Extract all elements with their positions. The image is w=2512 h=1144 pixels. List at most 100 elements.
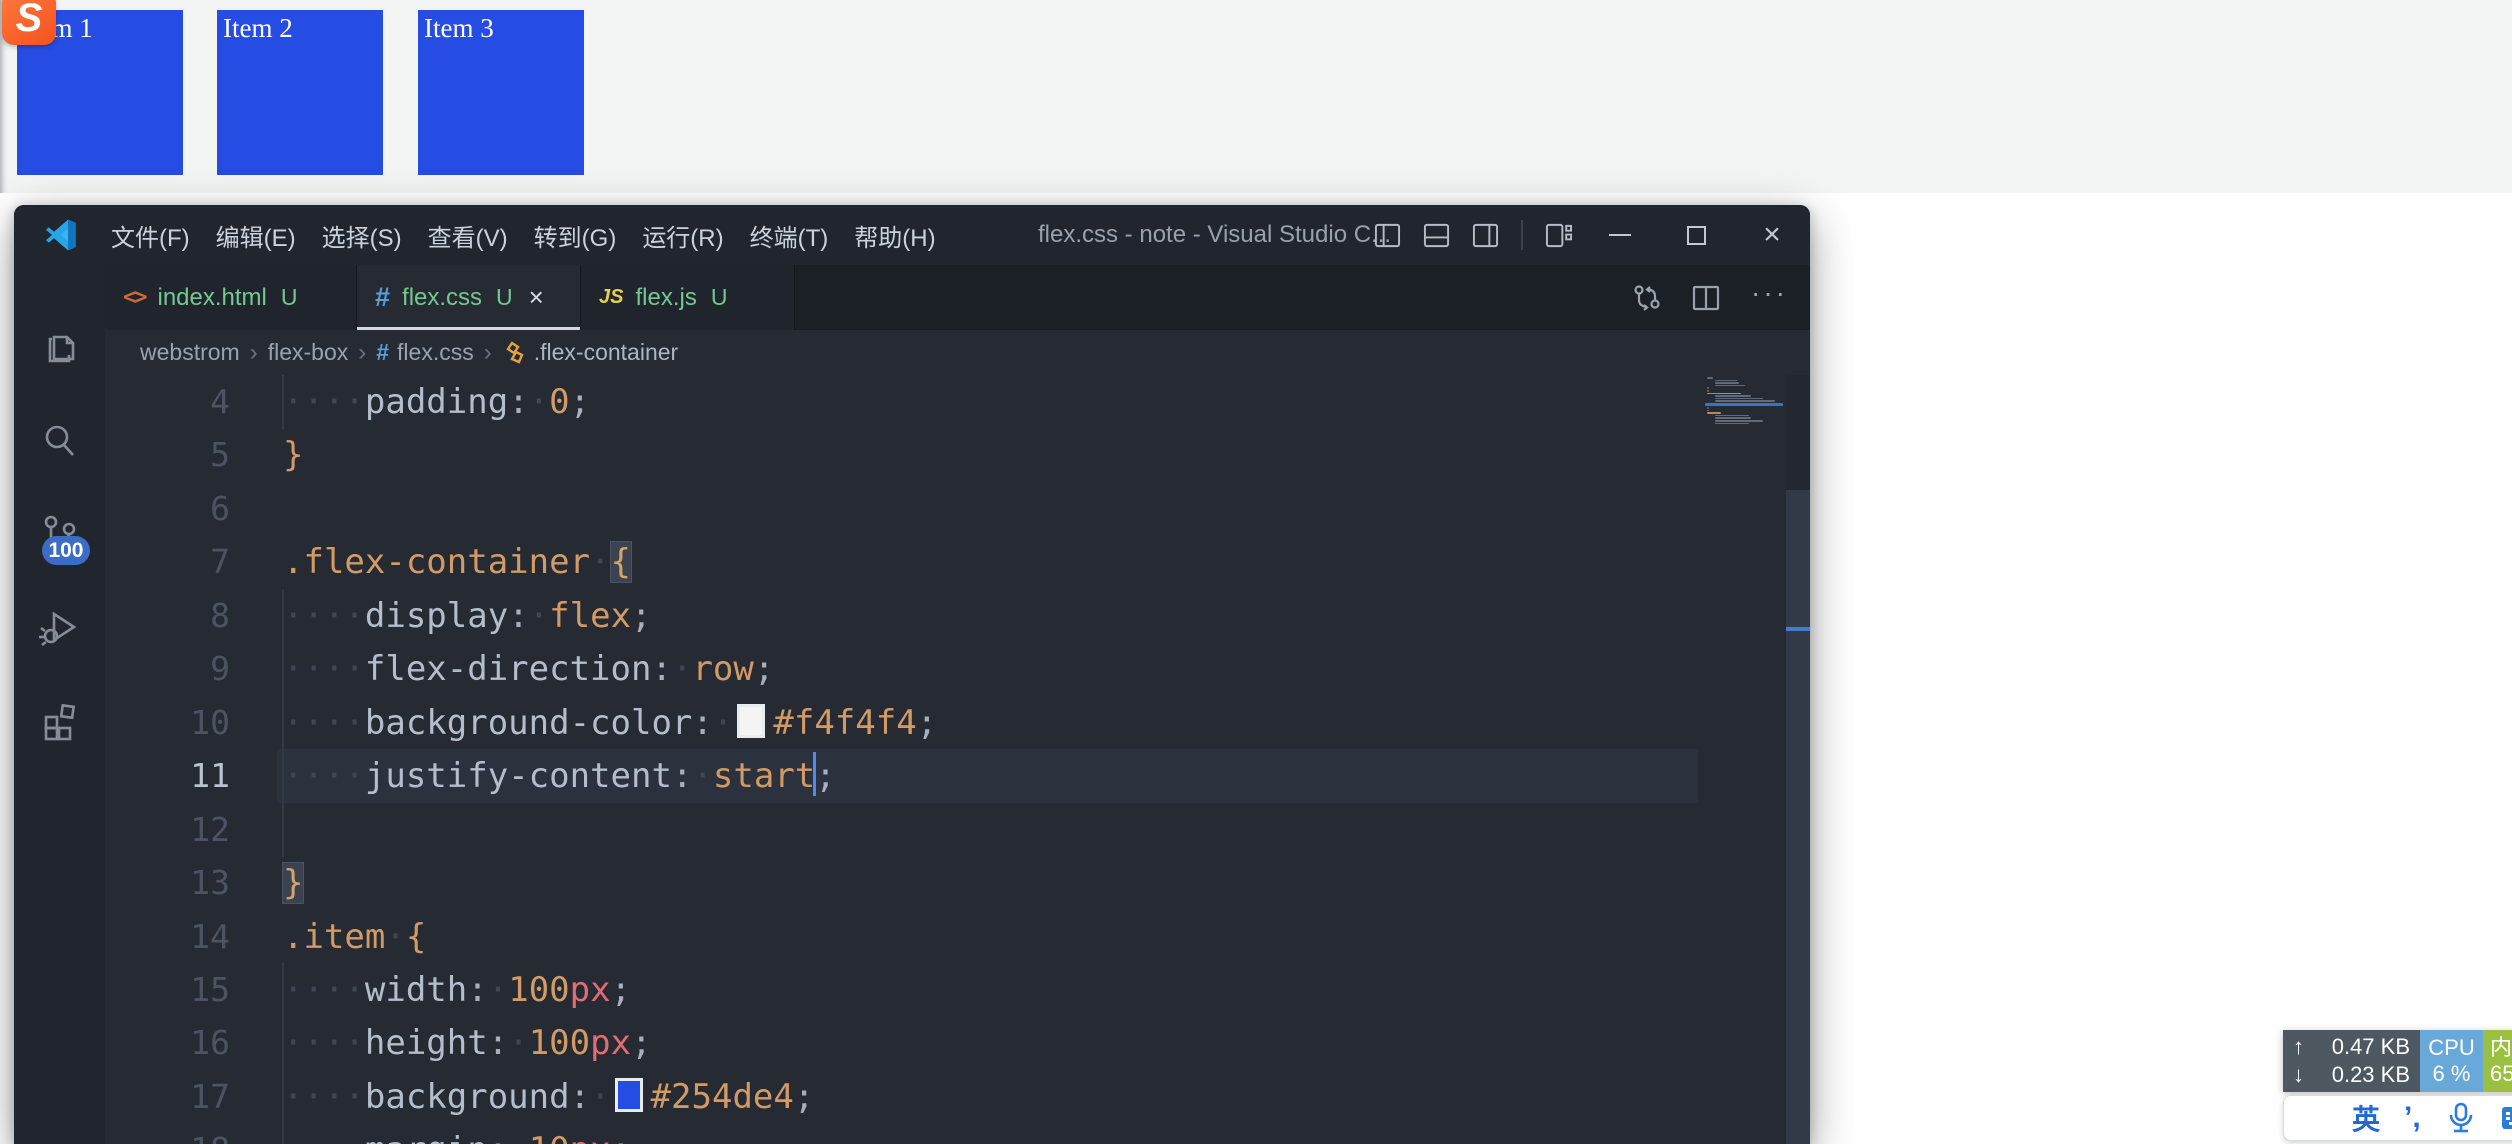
code-line-9[interactable]: 9····flex-direction:·row;	[105, 642, 1810, 696]
line-number: 17	[105, 1070, 230, 1124]
window-controls: ×	[1582, 205, 1810, 265]
line-number: 15	[105, 963, 230, 1017]
memory-panel: 内存 65 %	[2483, 1030, 2512, 1092]
tab-close-icon[interactable]: ×	[529, 282, 544, 313]
code-line-14[interactable]: 14.item·{	[105, 910, 1810, 964]
code-line-15[interactable]: 15 ····width:·100px;	[105, 963, 1810, 1017]
tab-flex.js[interactable]: JSflex.jsU	[581, 265, 795, 330]
cpu-label: CPU	[2428, 1035, 2474, 1061]
menu-item-5[interactable]: 运行(R)	[629, 218, 736, 253]
code-line-18[interactable]: 18 ····margin:·10px;	[105, 1123, 1810, 1144]
editor-actions: ···	[1631, 265, 1788, 330]
line-number: 18	[105, 1123, 230, 1144]
vscode-logo-icon	[38, 219, 84, 251]
menu-bar: 文件(F)编辑(E)选择(S)查看(V)转到(G)运行(R)终端(T)帮助(H)	[98, 205, 949, 265]
code-text: ····width:·100px;	[283, 963, 631, 1017]
code-text: .flex-container·{	[283, 535, 631, 589]
breadcrumb-item-3[interactable]: .flex-container	[534, 339, 678, 366]
breadcrumb-separator-icon: ›	[358, 339, 366, 367]
toggle-sidebar-icon[interactable]	[1374, 222, 1401, 249]
code-line-4[interactable]: 4 ····padding:·0;	[105, 375, 1810, 429]
download-arrow-icon: ↓	[2293, 1062, 2304, 1088]
js-file-icon: JS	[599, 286, 623, 309]
run-debug-icon[interactable]	[38, 606, 82, 650]
css-file-icon: #	[376, 339, 389, 366]
tab-label: index.html	[158, 284, 267, 312]
line-number: 9	[105, 642, 230, 696]
network-speed-panel: ↑0.47 KB ↓0.23 KB	[2283, 1030, 2420, 1092]
search-icon[interactable]	[38, 420, 82, 464]
code-line-7[interactable]: 7 .flex-container·{	[105, 535, 1810, 589]
color-swatch	[737, 704, 765, 738]
menu-item-4[interactable]: 转到(G)	[521, 218, 630, 253]
source-control-icon[interactable]: 100	[38, 513, 82, 557]
code-text: ····height:·100px;	[283, 1016, 652, 1070]
code-editor[interactable]: 4 ····padding:·0;5}67 .flex-container·{ 8 ··…	[105, 375, 1810, 1144]
code-line-6[interactable]: 6	[105, 482, 1810, 536]
menu-item-7[interactable]: 帮助(H)	[841, 218, 948, 253]
menu-item-3[interactable]: 查看(V)	[415, 218, 521, 253]
tab-label: flex.css	[402, 284, 482, 312]
code-line-5[interactable]: 5}	[105, 428, 1810, 482]
line-number: 10	[105, 696, 230, 750]
vscode-window: 文件(F)编辑(E)选择(S)查看(V)转到(G)运行(R)终端(T)帮助(H)…	[14, 205, 1810, 1144]
traffic-monitor[interactable]: ↑0.47 KB ↓0.23 KB CPU 6 % 内存 65 %	[2283, 1030, 2512, 1092]
breadcrumb-separator-icon: ›	[250, 339, 258, 367]
more-actions-icon[interactable]: ···	[1751, 279, 1788, 317]
breadcrumb-item-0[interactable]: webstrom	[140, 339, 240, 366]
line-number: 7	[105, 535, 230, 589]
code-text: .item·{	[283, 910, 426, 964]
scm-badge: 100	[42, 536, 89, 565]
split-editor-icon[interactable]	[1691, 283, 1721, 313]
code-text: ····justify-content:·start;	[283, 749, 836, 803]
code-line-12[interactable]: 12	[105, 803, 1810, 857]
line-number: 11	[105, 749, 230, 803]
code-text: ····display:·flex;	[283, 589, 652, 643]
menu-item-2[interactable]: 选择(S)	[309, 218, 415, 253]
code-line-16[interactable]: 16····height:·100px;	[105, 1016, 1810, 1070]
html-file-icon: <>	[123, 285, 146, 310]
code-text: ····margin:·10px;	[283, 1123, 631, 1144]
soft-keyboard-icon[interactable]	[2501, 1104, 2512, 1132]
toggle-panel-icon[interactable]	[1423, 222, 1450, 249]
toggle-secondary-sidebar-icon[interactable]	[1472, 222, 1499, 249]
explorer-icon[interactable]	[38, 327, 82, 371]
code-text: ····padding:·0;	[283, 375, 590, 429]
breadcrumb-item-2[interactable]: flex.css	[397, 339, 474, 366]
ime-sogou-logo[interactable]: S	[2, 0, 56, 45]
customize-layout-icon[interactable]	[1545, 222, 1572, 249]
close-button[interactable]: ×	[1734, 205, 1810, 265]
code-line-10[interactable]: 10····background-color:·#f4f4f4;	[105, 696, 1810, 750]
code-line-8[interactable]: 8 ····display:·flex;	[105, 589, 1810, 643]
memory-label: 内存	[2490, 1035, 2512, 1061]
tab-strip: <>index.htmlU#flex.cssU×JSflex.jsU ···	[105, 265, 1810, 330]
line-number: 13	[105, 856, 230, 910]
open-changes-icon[interactable]	[1631, 283, 1661, 313]
symbol-class-icon	[502, 340, 528, 366]
ime-punctuation-toggle[interactable]: ’,	[2404, 1109, 2421, 1127]
menu-item-1[interactable]: 编辑(E)	[203, 218, 309, 253]
tab-index.html[interactable]: <>index.htmlU	[105, 265, 357, 330]
breadcrumb-item-1[interactable]: flex-box	[268, 339, 349, 366]
titlebar-separator	[1521, 220, 1523, 250]
browser-page-preview: Item 1 Item 2 Item 3	[0, 0, 2512, 193]
code-line-17[interactable]: 17····background:·#254de4;	[105, 1070, 1810, 1124]
line-number: 6	[105, 482, 230, 536]
code-line-11[interactable]: 11 ····justify-content:·start;	[105, 749, 1810, 803]
menu-item-0[interactable]: 文件(F)	[98, 218, 203, 253]
line-number: 8	[105, 589, 230, 643]
minimize-button[interactable]	[1582, 205, 1658, 265]
line-number: 4	[105, 375, 230, 429]
upload-speed: 0.47 KB	[2332, 1034, 2410, 1060]
modified-badge: U	[496, 284, 513, 311]
layout-controls	[1374, 205, 1572, 265]
code-line-13[interactable]: 13}	[105, 856, 1810, 910]
maximize-button[interactable]	[1658, 205, 1734, 265]
menu-item-6[interactable]: 终端(T)	[737, 218, 842, 253]
modified-badge: U	[711, 284, 728, 311]
tab-flex.css[interactable]: #flex.cssU×	[357, 265, 581, 330]
activity-bar: 100	[14, 265, 105, 1144]
ime-language-toggle[interactable]: 英	[2352, 1098, 2380, 1138]
microphone-icon[interactable]	[2445, 1101, 2477, 1135]
extensions-icon[interactable]	[38, 699, 82, 743]
